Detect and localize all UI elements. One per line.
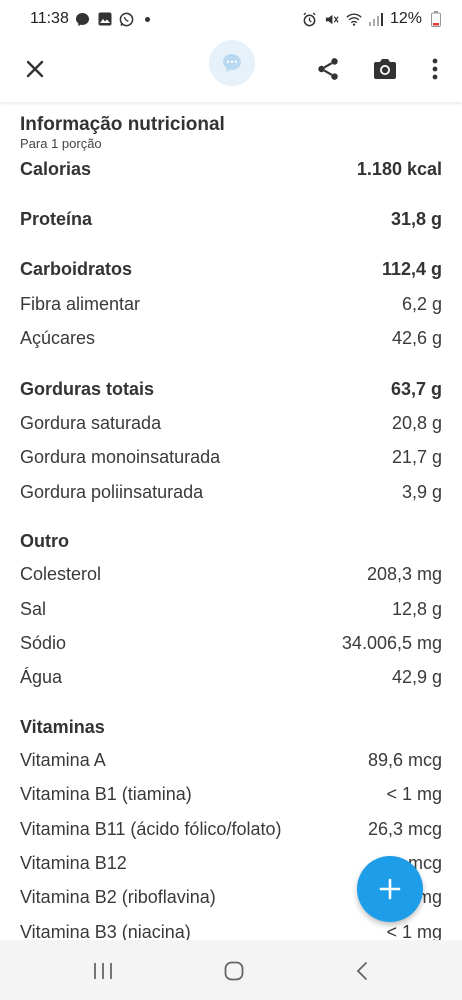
row-value: 1.180 kcal [356,158,442,179]
water-row: Água 42,9 g [20,661,442,695]
plus-icon [379,878,401,900]
row-value: 63,7 g [390,378,442,399]
calories-row: Calorias 1.180 kcal [20,152,442,186]
row-value: 89,6 mcg [367,749,442,770]
other-section-heading: Outro [20,531,69,552]
row-value: 42,9 g [391,667,442,688]
gallery-notification-icon [97,11,113,27]
more-vertical-icon[interactable] [422,54,448,84]
salt-row: Sal 12,8 g [20,592,442,626]
row-value: 12,8 g [391,598,442,619]
row-label: Gordura poliinsaturada [20,481,204,502]
battery-percentage: 12% [389,10,422,27]
row-value: 34.006,5 mg [341,632,442,653]
vitamin-b1-row: Vitamina B1 (tiamina) < 1 mg [20,777,442,811]
row-label: Vitamina B11 (ácido fólico/folato) [20,818,282,839]
camera-icon[interactable] [370,54,400,84]
sodium-row: Sódio 34.006,5 mg [20,626,442,660]
row-label: Sódio [20,632,67,653]
row-value: 26,3 mcg [367,818,442,839]
row-label: Gordura saturada [20,413,162,434]
row-label: Colesterol [20,564,102,585]
vitamin-b11-row: Vitamina B11 (ácido fólico/folato) 26,3 … [20,812,442,846]
row-label: Vitamina B1 (tiamina) [20,784,192,805]
fat-saturated-row: Gordura saturada 20,8 g [20,406,442,440]
alarm-icon [302,11,318,27]
row-value: 3,9 g [401,481,442,502]
row-value: 6,2 g [401,293,442,314]
fat-total-row: Gorduras totais 63,7 g [20,372,442,406]
row-label: Açúcares [20,328,96,349]
recent-apps-icon[interactable] [92,962,114,985]
messenger-notification-icon [75,11,91,27]
row-label: Fibra alimentar [20,293,141,314]
signal-icon [368,11,384,27]
status-time: 11:38 [30,10,69,27]
fat-poly-row: Gordura poliinsaturada 3,9 g [20,475,442,509]
protein-row: Proteína 31,8 g [20,202,442,236]
status-bar: 11:38 12% [0,0,462,38]
sugars-row: Açúcares 42,6 g [20,322,442,356]
fiber-row: Fibra alimentar 6,2 g [20,287,442,321]
fat-mono-row: Gordura monoinsaturada 21,7 g [20,441,442,475]
row-label: Carboidratos [20,259,133,280]
home-icon[interactable] [224,961,244,986]
back-icon[interactable] [355,961,369,986]
row-value: 42,6 g [391,328,442,349]
nutrition-title: Informação nutricional [20,114,225,135]
row-label: Gordura monoinsaturada [20,447,221,468]
serving-subtitle: Para 1 porção [20,136,102,151]
vitamin-a-row: Vitamina A 89,6 mcg [20,743,442,777]
row-value: 112,4 g [381,259,442,280]
battery-low-icon [428,11,444,27]
app-toolbar [0,38,462,102]
system-navigation-bar [0,940,462,1000]
row-label: Sal [20,598,47,619]
add-button[interactable] [357,856,423,922]
mute-icon [324,11,340,27]
row-label: Vitamina A [20,749,106,770]
vitamins-section-heading: Vitaminas [20,716,105,737]
nutrition-panel: Informação nutricional Para 1 porção Cal… [0,102,462,940]
row-label: Água [20,667,63,688]
carbs-row: Carboidratos 112,4 g [20,253,442,287]
cholesterol-row: Colesterol 208,3 mg [20,558,442,592]
chat-bubble-icon[interactable] [209,40,255,86]
row-value: 21,7 g [391,447,442,468]
wifi-icon [346,11,362,27]
row-value: 208,3 mg [366,564,442,585]
row-label: Vitamina B2 (riboflavina) [20,887,216,908]
more-notifications-dot [144,16,150,22]
row-value: < 1 mg [386,784,442,805]
row-value: 31,8 g [390,209,442,230]
row-value: 20,8 g [391,413,442,434]
row-label: Gorduras totais [20,378,155,399]
row-label: Proteína [20,209,93,230]
row-label: Vitamina B3 (niacina) [20,921,191,940]
share-icon[interactable] [313,54,343,84]
row-label: Calorias [20,158,92,179]
whatsapp-notification-icon [119,11,135,27]
close-icon[interactable] [20,54,50,84]
row-value: < 1 mg [386,921,442,940]
row-label: Vitamina B12 [20,852,127,873]
